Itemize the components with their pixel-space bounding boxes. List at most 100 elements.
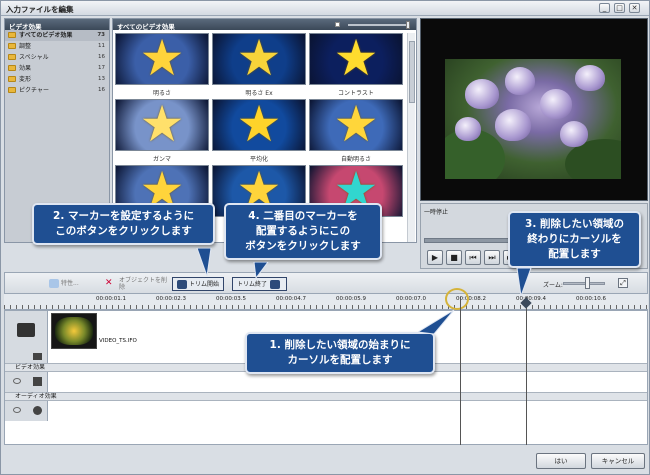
properties-button[interactable]: 特性...: [49, 277, 79, 291]
category-label: スペシャル: [19, 54, 49, 61]
video-effects-label: ビデオ効果: [15, 364, 46, 371]
category-label: 効果: [19, 65, 32, 72]
remove-icon: ✕: [105, 278, 113, 288]
audio-icon: [33, 353, 42, 360]
effect-label: 明るさ: [152, 90, 171, 97]
playback-seek-bar[interactable]: [424, 238, 512, 243]
audio-effects-section: オーディオ効果: [5, 392, 647, 401]
effect-label: 明るさ Ex: [245, 90, 273, 97]
category-count: 16: [98, 54, 105, 60]
category-count: 13: [98, 76, 105, 82]
thumb-size-icon: [335, 22, 340, 27]
remove-label: オブジェクトを削除: [119, 277, 168, 291]
category-item[interactable]: 効果 17: [5, 63, 109, 74]
play-button[interactable]: ▶: [427, 250, 443, 265]
effects-scroll-thumb[interactable]: [409, 41, 415, 103]
timeline-tracks: VIDEO_TS.IFO ビデオ効果 オーディオ効果: [4, 310, 648, 445]
remove-object-button[interactable]: ✕ オブジェクトを削除: [105, 277, 167, 291]
ruler-tick-label: 00:00:07.0: [396, 296, 426, 302]
minimize-button[interactable]: _: [599, 3, 610, 13]
timeline-zoom-slider[interactable]: [563, 282, 605, 285]
folder-icon: [8, 54, 16, 60]
star-icon: ★: [333, 33, 379, 85]
timeline-zoom-knob[interactable]: [585, 277, 590, 289]
category-count: 17: [98, 65, 105, 71]
category-item[interactable]: ピクチャー 16: [5, 85, 109, 96]
star-icon: ★: [236, 33, 282, 85]
folder-icon: [8, 65, 16, 71]
callout-step-1: 1. 削除したい領域の始まりに カーソルを配置します: [245, 332, 435, 374]
ruler-tick-label: 00:00:04.7: [276, 296, 306, 302]
clip-thumbnail: [55, 317, 93, 345]
fit-timeline-button[interactable]: ⤢: [618, 278, 628, 288]
folder-icon: [8, 32, 16, 38]
star-icon: ★: [236, 99, 282, 151]
category-list: すべてのビデオ効果 73 調整 11 スペシャル 16 効果 17 変形 13 ピクチャー 16: [5, 30, 109, 96]
ruler-tick-label: 00:00:05.9: [336, 296, 366, 302]
star-icon: ★: [139, 33, 185, 85]
ruler-tick-label: 00:00:01.1: [96, 296, 126, 302]
callout-1-arrow: [418, 309, 455, 335]
start-cursor-line[interactable]: [460, 297, 461, 447]
category-item[interactable]: 変形 13: [5, 74, 109, 85]
start-marker-highlight: [445, 288, 469, 310]
effect-thumbnail[interactable]: ★: [115, 33, 209, 85]
category-label: 調整: [19, 43, 32, 50]
category-count: 16: [98, 87, 105, 93]
category-count: 11: [98, 43, 105, 49]
maximize-button[interactable]: □: [614, 3, 625, 13]
folder-icon: [8, 87, 16, 93]
ruler-ticks: [4, 305, 648, 309]
thumb-size-slider[interactable]: [348, 24, 406, 26]
trim-start-icon: [177, 280, 187, 289]
properties-icon: [49, 279, 59, 288]
categories-header: ビデオ効果: [5, 19, 109, 31]
effect-thumbnail[interactable]: ★: [212, 99, 306, 151]
effect-label: 自動明るさ: [340, 156, 371, 163]
playback-status: 一時停止: [424, 209, 449, 216]
timeline-ruler[interactable]: 00:00:01.1 00:00:02.3 00:00:03.5 00:00:04.7…: [4, 294, 648, 310]
clip-filename: VIDEO_TS.IFO: [99, 338, 137, 344]
dialog-footer: はい キャンセル: [4, 445, 648, 473]
video-effect-icon: [33, 377, 42, 386]
effects-scrollbar[interactable]: [407, 33, 415, 242]
effect-label: ガンマ: [152, 156, 171, 163]
effect-label: 平均化: [249, 156, 268, 163]
effects-header-label: すべてのビデオ効果: [117, 23, 175, 31]
ruler-tick-label: 00:00:03.5: [216, 296, 246, 302]
video-track-header: [5, 311, 48, 351]
effect-thumbnail[interactable]: ★: [309, 99, 403, 151]
category-item[interactable]: スペシャル 16: [5, 52, 109, 63]
ruler-tick-label: 00:00:10.6: [576, 296, 606, 302]
audio-effects-track-header: [5, 401, 48, 421]
ok-button[interactable]: はい: [536, 453, 586, 469]
video-clip[interactable]: [51, 313, 97, 349]
effect-thumbnail[interactable]: ★: [212, 33, 306, 85]
video-preview: [420, 18, 648, 201]
close-button[interactable]: ✕: [629, 3, 640, 13]
next-button[interactable]: ⏭: [484, 250, 500, 265]
callout-step-2: 2. マーカーを設定するように このボタンをクリックします: [32, 203, 215, 245]
thumb-size-knob[interactable]: [406, 21, 410, 29]
effect-thumbnail[interactable]: ★: [309, 33, 403, 85]
zoom-label: ズーム:: [543, 282, 563, 289]
category-item[interactable]: 調整 11: [5, 41, 109, 52]
star-icon: ★: [333, 99, 379, 151]
stop-button[interactable]: ■: [446, 250, 462, 265]
trim-start-button[interactable]: トリム開始: [172, 277, 225, 291]
preview-image: [445, 59, 621, 179]
audio-effects-label: オーディオ効果: [15, 393, 57, 400]
callout-step-4: 4. 二番目のマーカーを 配置するようにこの ボタンをクリックします: [224, 203, 382, 260]
end-cursor-line[interactable]: [526, 297, 527, 447]
cancel-button[interactable]: キャンセル: [591, 453, 645, 469]
properties-label: 特性...: [61, 280, 79, 287]
trim-end-label: トリム終了: [237, 281, 268, 288]
effect-thumbnail[interactable]: ★: [115, 99, 209, 151]
eye-icon[interactable]: [13, 407, 21, 413]
star-icon: ★: [139, 99, 185, 151]
eye-icon[interactable]: [13, 378, 21, 384]
category-label: すべてのビデオ効果: [19, 32, 73, 39]
prev-button[interactable]: ⏮: [465, 250, 481, 265]
category-item[interactable]: すべてのビデオ効果 73: [5, 30, 109, 41]
window-title: 入力ファイルを編集: [6, 5, 74, 14]
